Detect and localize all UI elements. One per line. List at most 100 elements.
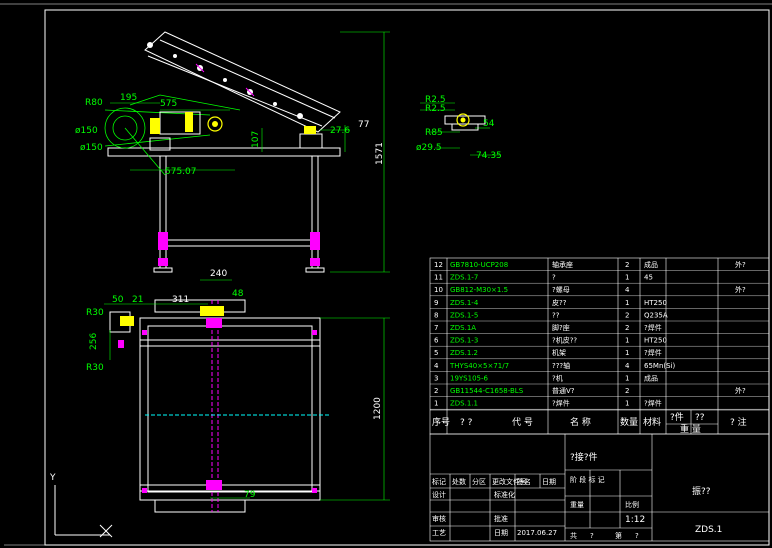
bom-row-material: 成品 [644,260,658,269]
bom-h-qty: 数量 [620,416,638,428]
bom-row-code: THYS40×5×71/7 [449,362,509,370]
dim-240: 240 [210,269,227,279]
dim-50: 50 [112,295,124,305]
bom-row-note: 外? [735,260,746,269]
bom-row-code: GB11544-C1658-BLS [450,387,524,395]
bom-row-no: 11 [434,274,443,282]
bom-row-qty: 1 [625,400,629,408]
bom-row-qty: 2 [625,311,629,319]
tb-company: 振?? [692,485,711,497]
dim-256: 256 [89,333,99,350]
bom-row-name: ?焊件 [552,399,570,408]
dim-r85: R85 [425,128,443,138]
dim-195: 195 [120,93,137,103]
dim-21: 21 [132,295,143,305]
bom-row-name: ?机 [552,373,563,382]
bom-h-note: ? 注 [730,416,747,428]
bom-row-qty: 1 [625,299,629,307]
dim-150: ø150 [75,126,98,136]
title-block: ?接?件 标记 处数 分区 更改文件号 签名 日期 设计 标准化 审核 工艺 批… [429,433,770,542]
top-view: 240 311 50 21 48 R30 R30 256 1200 79 [86,269,390,513]
ucs-icon [54,485,113,538]
tb-check: 审核 [432,514,446,523]
dim-575-07: 575.07 [165,167,197,177]
bom-row-code: ZDS.1.1 [450,400,478,408]
tb-craft: 工艺 [432,529,446,537]
bom-table: 12 GB7810-UCP208 轴承座 2 成品 外?11 ZDS.1-7? 1 4510 GB… [429,257,770,435]
dim-48: 48 [232,289,244,299]
tb-stage: 阶 段 标 记 [570,475,605,484]
dim-r30b: R30 [86,363,104,373]
cad-drawing: R80 195 575 ø150 ø150 575.07 107 27.6 77… [0,3,772,546]
axis-y-label: Y [49,473,56,483]
tb-design: 设计 [432,490,446,499]
bom-row-no: 2 [434,387,438,395]
bom-h-single: ?件 [670,411,684,423]
bom-row-material: HT250 [644,299,667,307]
bom-row-name: 轴承座 [552,260,573,269]
bom-row-code: ZDS.1-3 [450,337,478,345]
bom-row-no: 3 [434,374,438,382]
bom-row-no: 1 [434,400,438,408]
bom-row-name: ???轴 [552,361,570,370]
tb-scale: 比例 [625,500,639,509]
bom-row-qty: 2 [625,387,629,395]
dim-575: 575 [160,99,177,109]
dim-27-6: 27.6 [330,126,350,136]
tb-total: 共 [570,531,577,540]
bom-row-no: 10 [434,286,443,294]
bom-row-qty: 1 [625,274,629,282]
bom-row-qty: 1 [625,349,629,357]
bom-row-code: 19YS105-6 [450,374,489,382]
tb-count: 处数 [452,477,466,486]
bom-row-material: HT250 [644,337,667,345]
dim-54: 54 [483,119,495,129]
tb-date: 日期 [542,478,556,486]
tb-scale-val: 1:12 [625,515,645,525]
tb-weight: 重量 [570,501,584,509]
tb-sign: 签名 [517,477,531,486]
bom-h-code: 代 号 [512,417,533,428]
bom-row-qty: 4 [625,362,630,370]
bom-h-weight: 重 量 [680,423,701,435]
tb-date-val: 2017.06.27 [517,529,557,537]
bom-row-code: ZDS.1A [450,324,476,332]
bom-row-material: 65Mn(Si) [644,362,676,370]
bom-row-no: 9 [434,299,438,307]
tb-drawing-no: ZDS.1 [695,525,722,535]
tb-mark: 标记 [432,477,446,486]
tb-date2: 日期 [494,529,508,537]
bom-h-dai: ? ? [460,418,473,428]
bom-row-material: ?焊件 [644,399,662,408]
bom-row-name: ?机皮?? [552,336,577,345]
bom-row-code: ZDS.1-7 [450,274,478,282]
dim-r80: R80 [85,98,103,108]
detail-view: R2.5 R2.5 R85 54 74.35 ø29.5 [416,95,502,161]
dim-1571: 1571 [375,142,385,165]
part-name: ?接?件 [570,451,598,463]
bom-row-name: 普通V? [552,386,575,395]
bom-row-name: ?螺母 [552,285,570,294]
incline-frame [144,31,341,133]
bom-row-qty: 1 [625,374,629,382]
bom-row-code: ZDS.1-5 [450,311,478,319]
bom-row-name: ? [552,274,556,282]
bom-row-qty: 2 [625,261,629,269]
tb-std: 标准化 [494,490,515,499]
dim-107: 107 [251,131,261,148]
bom-row-note: 外? [735,285,746,294]
bom-row-name: 机架 [552,348,566,357]
dim-1200: 1200 [373,397,383,420]
bom-row-no: 4 [434,362,439,370]
bom-row-material: ?焊件 [644,348,662,357]
tb-sheet: 第 [615,531,622,540]
bom-row-name: 脚?座 [552,323,570,332]
bom-row-qty: 4 [625,286,630,294]
bom-row-no: 7 [434,324,438,332]
bom-row-code: ZDS.1.2 [450,349,478,357]
dim-77: 77 [358,120,369,130]
leg-clamps [158,232,320,266]
bom-h-total: ?? [695,413,705,423]
bom-row-no: 5 [434,349,438,357]
bom-row-material: Q235A [644,311,668,319]
